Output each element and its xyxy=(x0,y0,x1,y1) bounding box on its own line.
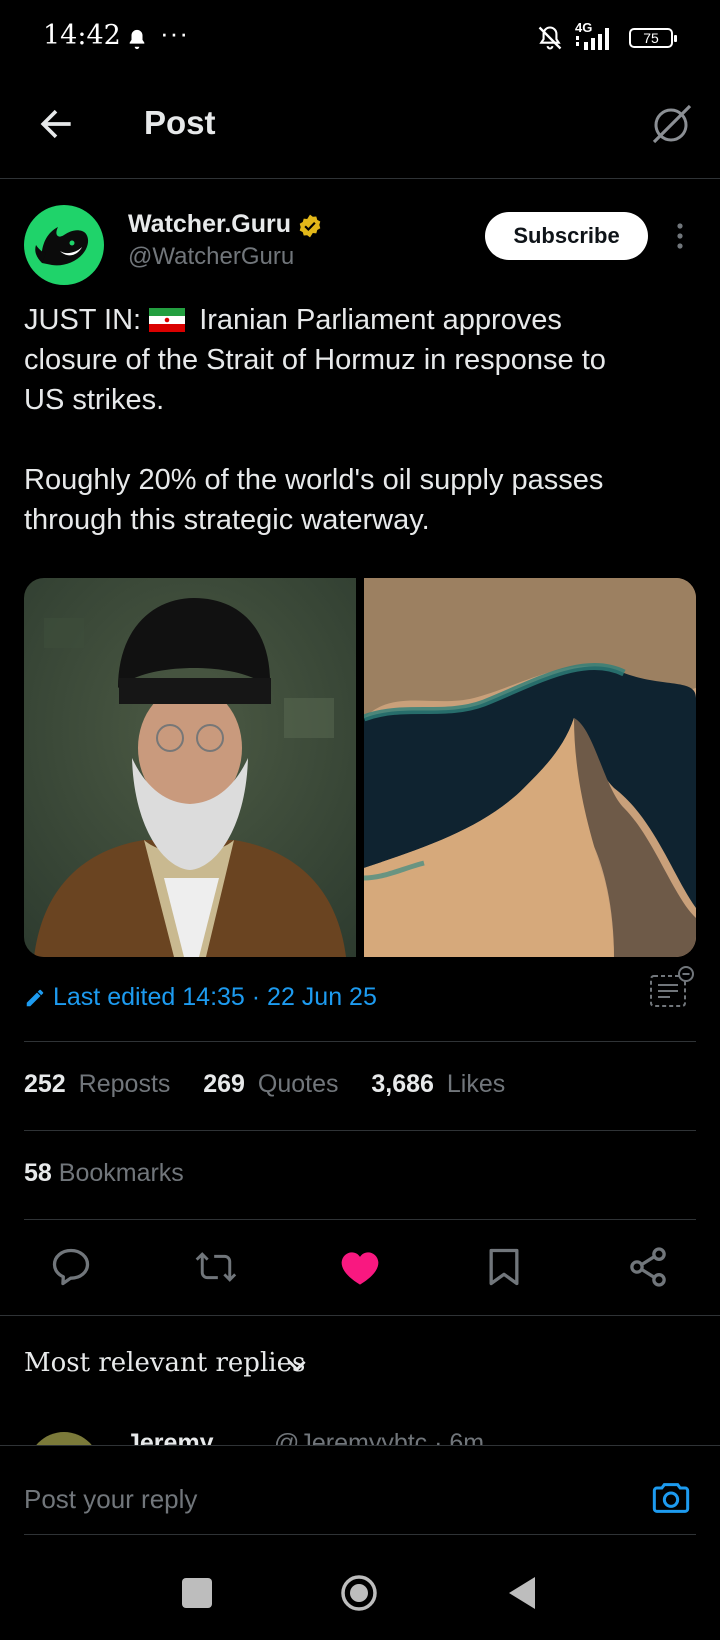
repost-icon[interactable] xyxy=(194,1245,238,1289)
back-triangle-icon[interactable] xyxy=(505,1574,539,1612)
quotes-label: Quotes xyxy=(257,1070,339,1098)
more-options-icon[interactable] xyxy=(668,218,692,254)
portrait-photo xyxy=(24,578,356,957)
signal-strength-icon xyxy=(576,28,609,50)
camera-icon[interactable] xyxy=(651,1478,691,1518)
post-image-portrait[interactable] xyxy=(24,578,356,957)
status-more-indicator: ··· xyxy=(160,18,189,48)
bookmark-icon[interactable] xyxy=(482,1245,526,1289)
battery-indicator: 75 xyxy=(629,28,677,48)
likes-stat[interactable]: 3,686 Likes xyxy=(371,1070,511,1098)
subscribe-button[interactable]: Subscribe xyxy=(485,212,648,260)
home-circle-icon[interactable] xyxy=(340,1574,378,1612)
community-notes-icon[interactable] xyxy=(648,964,696,1012)
reply-box-divider xyxy=(0,1445,720,1446)
last-edited-link[interactable]: Last edited 14:35 · 22 Jun 25 xyxy=(53,983,377,1012)
likes-count: 3,686 xyxy=(371,1070,434,1098)
muted-bell-icon xyxy=(538,26,562,50)
notification-bell-icon xyxy=(129,29,145,50)
reply-author-handle: @Jeremyybtc · 6m xyxy=(274,1429,485,1445)
engagement-stats: 252 Reposts 269 Quotes 3,686 Likes xyxy=(24,1070,517,1099)
share-icon[interactable] xyxy=(626,1245,670,1289)
reposts-count: 252 xyxy=(24,1070,66,1098)
reply-icon[interactable] xyxy=(49,1245,93,1289)
reply-preview[interactable]: Jeremy @Jeremyybtc · 6m xyxy=(0,1405,720,1445)
post-text-body: Iranian Parliament approves closure of t… xyxy=(24,304,606,536)
whale-logo-icon xyxy=(35,227,89,266)
page-title: Post xyxy=(144,104,216,141)
iran-flag-icon xyxy=(149,308,186,332)
author-handle[interactable]: @WatcherGuru xyxy=(128,243,294,271)
grok-icon[interactable] xyxy=(646,100,696,150)
strait-of-hormuz-satellite-photo xyxy=(364,578,696,957)
reply-avatar[interactable] xyxy=(28,1432,100,1445)
avatar[interactable] xyxy=(24,205,104,285)
post-image-satellite-map[interactable] xyxy=(364,578,696,957)
bookmarks-count: 58 xyxy=(24,1159,52,1187)
author-name[interactable]: Watcher.Guru xyxy=(128,210,291,239)
quotes-stat[interactable]: 269 Quotes xyxy=(203,1070,344,1098)
verified-badge-icon xyxy=(299,214,321,238)
bookmarks-stat[interactable]: 58 Bookmarks xyxy=(24,1159,184,1188)
post-text-prefix: JUST IN: xyxy=(24,304,150,336)
divider xyxy=(24,1219,696,1220)
status-time: 14:42 xyxy=(43,20,121,51)
header-divider xyxy=(0,178,720,179)
replies-sort-label[interactable]: Most relevant replies xyxy=(24,1348,305,1378)
reply-input[interactable]: Post your reply xyxy=(24,1484,197,1515)
edit-pencil-icon xyxy=(26,989,44,1007)
reposts-stat[interactable]: 252 Reposts xyxy=(24,1070,176,1098)
recents-square-icon[interactable] xyxy=(182,1578,212,1608)
likes-label: Likes xyxy=(446,1070,506,1098)
divider xyxy=(24,1041,696,1042)
quotes-count: 269 xyxy=(203,1070,245,1098)
reply-author-name[interactable]: Jeremy xyxy=(126,1429,214,1445)
post-text: JUST IN: Iranian Parliament approves clo… xyxy=(24,300,684,540)
divider xyxy=(24,1130,696,1131)
back-arrow-icon[interactable] xyxy=(34,102,78,146)
actions-divider xyxy=(0,1315,720,1316)
reposts-label: Reposts xyxy=(78,1070,171,1098)
like-icon[interactable] xyxy=(338,1245,382,1289)
chevron-down-icon[interactable] xyxy=(284,1352,310,1378)
bookmarks-label: Bookmarks xyxy=(58,1159,184,1187)
reply-input-underline xyxy=(24,1534,696,1535)
